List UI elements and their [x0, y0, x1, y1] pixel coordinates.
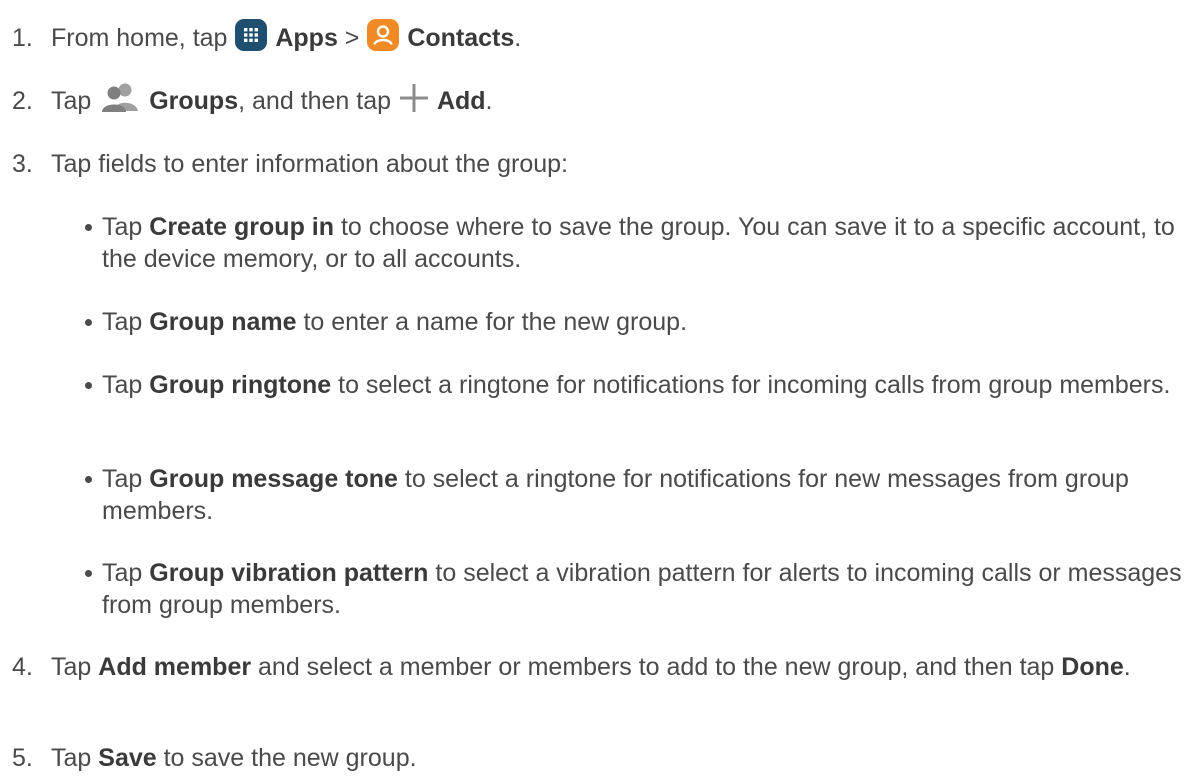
bullet-dot	[85, 476, 92, 483]
step-number: 5.	[12, 744, 33, 772]
groups-label: Groups	[149, 87, 239, 115]
bullet-text: Tap Group ringtone to select a ringtone …	[102, 371, 1171, 399]
step-text: Tap Add member and select a member or me…	[51, 653, 1131, 681]
plus-icon	[398, 82, 430, 114]
step-text: Tap fields to enter information about th…	[51, 150, 568, 178]
add-label: Add	[436, 87, 486, 115]
step-text: From home, tap Apps > Contacts.	[51, 19, 521, 56]
bullet-dot	[85, 319, 92, 326]
bullet-dot	[85, 570, 92, 577]
step-number: 4.	[12, 653, 33, 681]
contacts-label: Contacts	[407, 24, 515, 52]
groups-icon	[98, 81, 142, 113]
step-text: Tap Groups, and then tap Add.	[51, 82, 493, 118]
bullet-text: Tap Group vibration pattern to select a …	[102, 559, 1182, 619]
bullet-text: Tap Group message tone to select a ringt…	[102, 465, 1129, 525]
bullet-dot	[85, 224, 92, 231]
step-number: 3.	[12, 150, 33, 178]
bullet-dot	[85, 382, 92, 389]
step-text: Tap Save to save the new group.	[51, 744, 417, 772]
step-number: 2.	[12, 87, 33, 115]
apps-label: Apps	[275, 24, 338, 52]
apps-grid-icon	[234, 18, 268, 52]
bullet-text: Tap Create group in to choose where to s…	[102, 213, 1175, 273]
contacts-icon	[366, 18, 400, 52]
step-number: 1.	[12, 24, 33, 52]
bullet-text: Tap Group name to enter a name for the n…	[102, 308, 688, 336]
